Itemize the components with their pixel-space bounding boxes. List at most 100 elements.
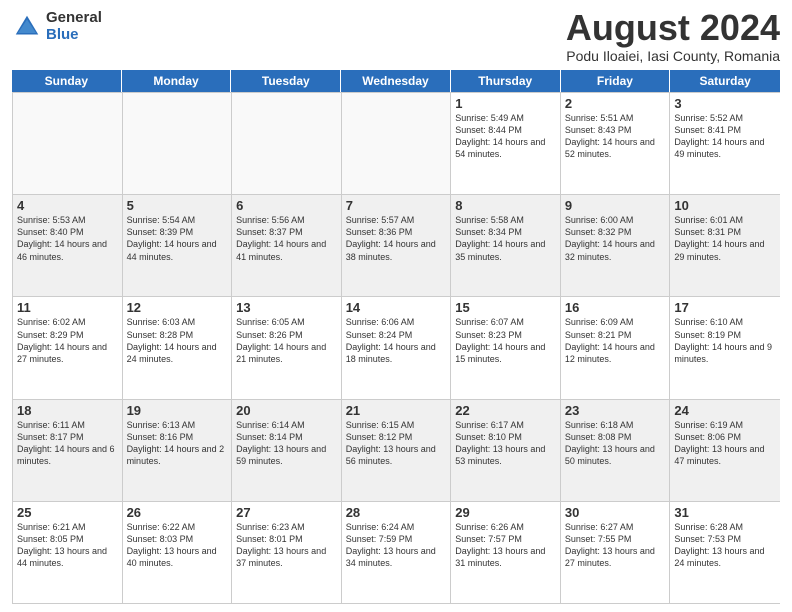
day-info: Sunrise: 5:54 AM Sunset: 8:39 PM Dayligh… [127, 214, 228, 263]
day-info: Sunrise: 5:58 AM Sunset: 8:34 PM Dayligh… [455, 214, 556, 263]
calendar-cell: 3Sunrise: 5:52 AM Sunset: 8:41 PM Daylig… [670, 93, 780, 194]
calendar-cell: 29Sunrise: 6:26 AM Sunset: 7:57 PM Dayli… [451, 502, 561, 603]
calendar-cell: 16Sunrise: 6:09 AM Sunset: 8:21 PM Dayli… [561, 297, 671, 398]
day-number: 18 [17, 403, 118, 418]
day-info: Sunrise: 6:26 AM Sunset: 7:57 PM Dayligh… [455, 521, 556, 570]
day-info: Sunrise: 6:03 AM Sunset: 8:28 PM Dayligh… [127, 316, 228, 365]
calendar-cell [232, 93, 342, 194]
calendar: Sunday Monday Tuesday Wednesday Thursday… [12, 70, 780, 604]
day-info: Sunrise: 5:53 AM Sunset: 8:40 PM Dayligh… [17, 214, 118, 263]
calendar-cell: 13Sunrise: 6:05 AM Sunset: 8:26 PM Dayli… [232, 297, 342, 398]
day-info: Sunrise: 5:49 AM Sunset: 8:44 PM Dayligh… [455, 112, 556, 161]
day-number: 23 [565, 403, 666, 418]
calendar-cell: 2Sunrise: 5:51 AM Sunset: 8:43 PM Daylig… [561, 93, 671, 194]
day-number: 9 [565, 198, 666, 213]
day-number: 25 [17, 505, 118, 520]
day-info: Sunrise: 6:07 AM Sunset: 8:23 PM Dayligh… [455, 316, 556, 365]
calendar-cell: 23Sunrise: 6:18 AM Sunset: 8:08 PM Dayli… [561, 400, 671, 501]
header-monday: Monday [122, 70, 232, 92]
calendar-cell [13, 93, 123, 194]
day-info: Sunrise: 6:21 AM Sunset: 8:05 PM Dayligh… [17, 521, 118, 570]
day-info: Sunrise: 6:28 AM Sunset: 7:53 PM Dayligh… [674, 521, 776, 570]
calendar-row-5: 25Sunrise: 6:21 AM Sunset: 8:05 PM Dayli… [13, 501, 780, 603]
calendar-cell: 4Sunrise: 5:53 AM Sunset: 8:40 PM Daylig… [13, 195, 123, 296]
day-number: 26 [127, 505, 228, 520]
day-info: Sunrise: 6:05 AM Sunset: 8:26 PM Dayligh… [236, 316, 337, 365]
calendar-cell: 8Sunrise: 5:58 AM Sunset: 8:34 PM Daylig… [451, 195, 561, 296]
day-number: 30 [565, 505, 666, 520]
header-wednesday: Wednesday [341, 70, 451, 92]
day-number: 5 [127, 198, 228, 213]
day-number: 29 [455, 505, 556, 520]
logo-blue-text: Blue [46, 27, 102, 44]
logo-text: General Blue [46, 10, 102, 43]
day-number: 15 [455, 300, 556, 315]
day-number: 28 [346, 505, 447, 520]
header-thursday: Thursday [451, 70, 561, 92]
day-info: Sunrise: 6:27 AM Sunset: 7:55 PM Dayligh… [565, 521, 666, 570]
day-info: Sunrise: 6:18 AM Sunset: 8:08 PM Dayligh… [565, 419, 666, 468]
day-info: Sunrise: 6:11 AM Sunset: 8:17 PM Dayligh… [17, 419, 118, 468]
calendar-row-3: 11Sunrise: 6:02 AM Sunset: 8:29 PM Dayli… [13, 296, 780, 398]
day-info: Sunrise: 6:22 AM Sunset: 8:03 PM Dayligh… [127, 521, 228, 570]
calendar-cell [342, 93, 452, 194]
calendar-row-1: 1Sunrise: 5:49 AM Sunset: 8:44 PM Daylig… [13, 92, 780, 194]
calendar-row-2: 4Sunrise: 5:53 AM Sunset: 8:40 PM Daylig… [13, 194, 780, 296]
day-info: Sunrise: 6:19 AM Sunset: 8:06 PM Dayligh… [674, 419, 776, 468]
calendar-cell: 7Sunrise: 5:57 AM Sunset: 8:36 PM Daylig… [342, 195, 452, 296]
day-number: 27 [236, 505, 337, 520]
calendar-cell: 1Sunrise: 5:49 AM Sunset: 8:44 PM Daylig… [451, 93, 561, 194]
day-info: Sunrise: 6:14 AM Sunset: 8:14 PM Dayligh… [236, 419, 337, 468]
calendar-cell: 11Sunrise: 6:02 AM Sunset: 8:29 PM Dayli… [13, 297, 123, 398]
header-tuesday: Tuesday [231, 70, 341, 92]
day-number: 19 [127, 403, 228, 418]
day-number: 11 [17, 300, 118, 315]
calendar-cell: 20Sunrise: 6:14 AM Sunset: 8:14 PM Dayli… [232, 400, 342, 501]
day-number: 14 [346, 300, 447, 315]
day-info: Sunrise: 5:51 AM Sunset: 8:43 PM Dayligh… [565, 112, 666, 161]
day-number: 20 [236, 403, 337, 418]
calendar-cell: 9Sunrise: 6:00 AM Sunset: 8:32 PM Daylig… [561, 195, 671, 296]
day-number: 3 [674, 96, 776, 111]
calendar-row-4: 18Sunrise: 6:11 AM Sunset: 8:17 PM Dayli… [13, 399, 780, 501]
day-number: 1 [455, 96, 556, 111]
day-info: Sunrise: 6:24 AM Sunset: 7:59 PM Dayligh… [346, 521, 447, 570]
calendar-cell: 25Sunrise: 6:21 AM Sunset: 8:05 PM Dayli… [13, 502, 123, 603]
calendar-cell: 18Sunrise: 6:11 AM Sunset: 8:17 PM Dayli… [13, 400, 123, 501]
day-number: 7 [346, 198, 447, 213]
calendar-header: Sunday Monday Tuesday Wednesday Thursday… [12, 70, 780, 92]
calendar-cell: 5Sunrise: 5:54 AM Sunset: 8:39 PM Daylig… [123, 195, 233, 296]
calendar-cell: 27Sunrise: 6:23 AM Sunset: 8:01 PM Dayli… [232, 502, 342, 603]
day-info: Sunrise: 6:15 AM Sunset: 8:12 PM Dayligh… [346, 419, 447, 468]
logo-general-text: General [46, 10, 102, 27]
day-number: 13 [236, 300, 337, 315]
day-number: 10 [674, 198, 776, 213]
calendar-cell: 14Sunrise: 6:06 AM Sunset: 8:24 PM Dayli… [342, 297, 452, 398]
calendar-cell: 31Sunrise: 6:28 AM Sunset: 7:53 PM Dayli… [670, 502, 780, 603]
day-info: Sunrise: 6:10 AM Sunset: 8:19 PM Dayligh… [674, 316, 776, 365]
logo: General Blue [12, 10, 102, 43]
calendar-cell: 19Sunrise: 6:13 AM Sunset: 8:16 PM Dayli… [123, 400, 233, 501]
calendar-cell: 22Sunrise: 6:17 AM Sunset: 8:10 PM Dayli… [451, 400, 561, 501]
calendar-cell: 10Sunrise: 6:01 AM Sunset: 8:31 PM Dayli… [670, 195, 780, 296]
logo-icon [12, 12, 42, 42]
day-info: Sunrise: 6:23 AM Sunset: 8:01 PM Dayligh… [236, 521, 337, 570]
day-info: Sunrise: 6:02 AM Sunset: 8:29 PM Dayligh… [17, 316, 118, 365]
day-number: 8 [455, 198, 556, 213]
day-info: Sunrise: 6:01 AM Sunset: 8:31 PM Dayligh… [674, 214, 776, 263]
header: General Blue August 2024 Podu Iloaiei, I… [12, 10, 780, 64]
day-info: Sunrise: 6:00 AM Sunset: 8:32 PM Dayligh… [565, 214, 666, 263]
day-number: 12 [127, 300, 228, 315]
day-info: Sunrise: 6:13 AM Sunset: 8:16 PM Dayligh… [127, 419, 228, 468]
day-number: 16 [565, 300, 666, 315]
day-number: 22 [455, 403, 556, 418]
calendar-body: 1Sunrise: 5:49 AM Sunset: 8:44 PM Daylig… [12, 92, 780, 604]
page: General Blue August 2024 Podu Iloaiei, I… [0, 0, 792, 612]
day-number: 6 [236, 198, 337, 213]
day-info: Sunrise: 6:06 AM Sunset: 8:24 PM Dayligh… [346, 316, 447, 365]
title-section: August 2024 Podu Iloaiei, Iasi County, R… [566, 10, 780, 64]
month-title: August 2024 [566, 10, 780, 46]
calendar-cell: 28Sunrise: 6:24 AM Sunset: 7:59 PM Dayli… [342, 502, 452, 603]
calendar-cell: 15Sunrise: 6:07 AM Sunset: 8:23 PM Dayli… [451, 297, 561, 398]
day-number: 17 [674, 300, 776, 315]
